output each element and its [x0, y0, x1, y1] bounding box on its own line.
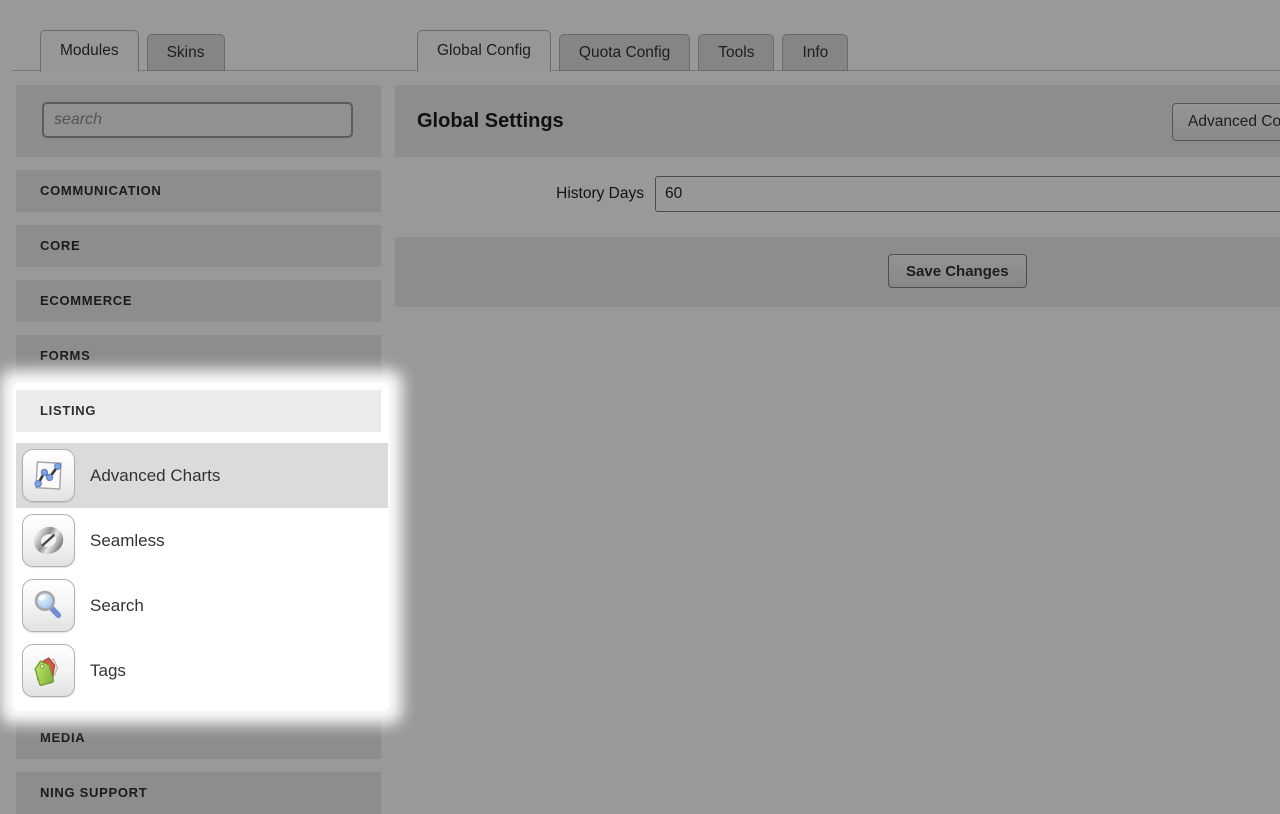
listing-items: Advanced Charts Seamless Search Tags [16, 432, 388, 703]
sidebar-item-label: Seamless [90, 531, 165, 550]
sidebar-search-band [16, 85, 381, 157]
sidebar-section-core[interactable]: CORE [16, 225, 381, 267]
modules-sidebar: COMMUNICATION CORE ECOMMERCE FORMS LISTI… [16, 85, 388, 814]
sidebar-section-ecommerce[interactable]: ECOMMERCE [16, 280, 381, 322]
metal-ring-icon [22, 514, 75, 567]
tab-quota-config[interactable]: Quota Config [558, 34, 691, 71]
sidebar-item-label: Tags [90, 661, 126, 680]
tab-global-config[interactable]: Global Config [417, 30, 551, 72]
search-input[interactable] [42, 102, 353, 138]
line-chart-icon [22, 449, 75, 502]
config-tab-group: Global Config Quota Config Tools Info [417, 30, 856, 72]
save-changes-button[interactable]: Save Changes [888, 254, 1027, 288]
sidebar-item-search[interactable]: Search [16, 573, 381, 638]
sidebar-section-media[interactable]: MEDIA [16, 717, 381, 759]
history-days-label: History Days [556, 185, 644, 202]
tab-modules[interactable]: Modules [40, 30, 139, 72]
tab-skins[interactable]: Skins [146, 34, 225, 71]
admin-settings-screen: Modules Skins Global Config Quota Config… [0, 0, 1280, 814]
sidebar-section-forms[interactable]: FORMS [16, 335, 381, 377]
magnifier-icon [22, 579, 75, 632]
page-title: Global Settings [417, 110, 564, 132]
tab-info[interactable]: Info [782, 34, 849, 71]
history-days-row: History Days [395, 157, 1280, 237]
tags-icon [22, 644, 75, 697]
history-days-input[interactable] [655, 176, 1280, 212]
sidebar-item-label: Advanced Charts [90, 466, 221, 485]
sidebar-item-seamless[interactable]: Seamless [16, 508, 381, 573]
sidebar-item-tags[interactable]: Tags [16, 638, 381, 703]
tab-tools[interactable]: Tools [698, 34, 775, 71]
sidebar-section-ning-support[interactable]: NING SUPPORT [16, 772, 381, 814]
sidebar-section-communication[interactable]: COMMUNICATION [16, 170, 381, 212]
sidebar-item-advanced-charts[interactable]: Advanced Charts [16, 443, 388, 508]
sidebar-item-label: Search [90, 596, 144, 615]
panel-header: Global Settings Advanced Config [395, 85, 1280, 157]
advanced-config-button[interactable]: Advanced Config [1172, 103, 1280, 141]
sidebar-section-listing[interactable]: LISTING [16, 390, 381, 432]
save-bar: Save Changes [395, 237, 1280, 307]
module-tab-group: Modules Skins [40, 30, 233, 72]
global-config-panel: Global Settings Advanced Config History … [395, 85, 1280, 307]
